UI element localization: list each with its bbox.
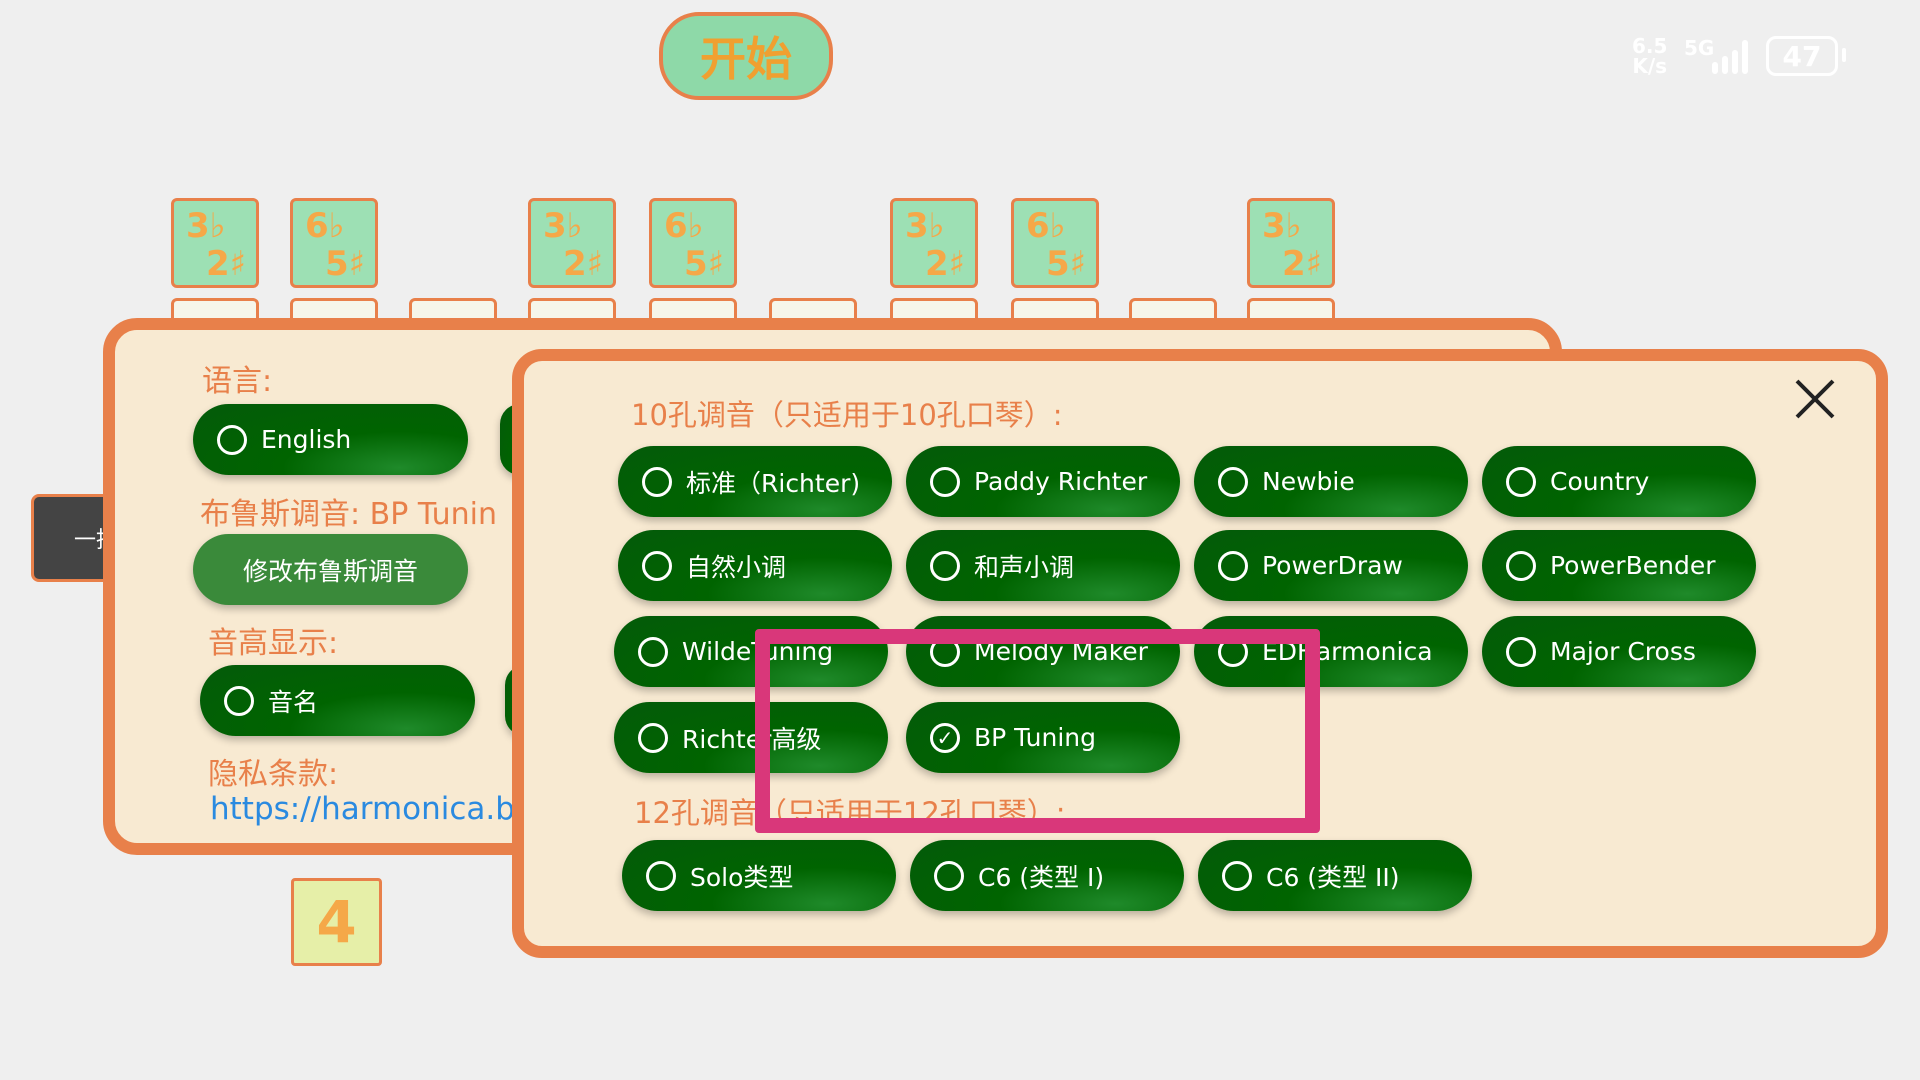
- radio-icon: [1506, 466, 1536, 497]
- option-label: PowerDraw: [1262, 551, 1403, 580]
- bend-note: 2♯: [1282, 244, 1323, 284]
- option-label: 和声小调: [974, 552, 1075, 582]
- hole-key-4[interactable]: 4: [291, 878, 382, 966]
- bend-key[interactable]: 3♭ 2♯: [890, 198, 978, 288]
- language-option-english[interactable]: English: [193, 404, 468, 475]
- radio-icon: [930, 466, 960, 497]
- radio-icon: [1506, 550, 1536, 581]
- option-label: Newbie: [1262, 467, 1355, 496]
- radio-icon: [642, 466, 672, 497]
- option-label: Major Cross: [1550, 637, 1696, 666]
- radio-icon: [934, 860, 964, 891]
- bend-note: 6♭: [664, 206, 704, 246]
- bend-key[interactable]: 6♭ 5♯: [649, 198, 737, 288]
- radio-icon: [1218, 466, 1248, 497]
- bend-key[interactable]: 3♭ 2♯: [528, 198, 616, 288]
- radio-icon: [638, 722, 668, 753]
- net-speed-unit: K/s: [1632, 54, 1668, 78]
- option-label: Paddy Richter: [974, 467, 1148, 496]
- tuning-option[interactable]: Major Cross: [1482, 616, 1756, 687]
- tuning-option[interactable]: Paddy Richter: [906, 446, 1180, 517]
- tuning-option[interactable]: 标准（Richter): [618, 446, 892, 517]
- bend-note: 2♯: [206, 244, 247, 284]
- close-icon[interactable]: [1792, 376, 1838, 422]
- radio-icon: [638, 636, 668, 667]
- radio-icon: [1222, 860, 1252, 891]
- bend-note: 5♯: [684, 244, 725, 284]
- bend-note: 6♭: [305, 206, 345, 246]
- bend-key[interactable]: 6♭ 5♯: [1011, 198, 1099, 288]
- bend-note: 3♭: [543, 206, 583, 246]
- tuning-option[interactable]: 和声小调: [906, 530, 1180, 601]
- radio-icon: [1506, 636, 1536, 667]
- status-bar: 6.5 K/s 5G 47: [1628, 36, 1848, 80]
- tuning-option[interactable]: Newbie: [1194, 446, 1468, 517]
- option-label: 标准（Richter): [686, 468, 861, 498]
- pitch-option-note-name[interactable]: 音名: [200, 665, 475, 736]
- bend-key[interactable]: 3♭ 2♯: [1247, 198, 1335, 288]
- radio-icon: [224, 685, 254, 716]
- tuning-option[interactable]: C6 (类型 II): [1198, 840, 1472, 911]
- bend-note: 3♭: [1262, 206, 1302, 246]
- start-button[interactable]: 开始: [659, 12, 833, 100]
- bend-note: 6♭: [1026, 206, 1066, 246]
- radio-icon: [642, 550, 672, 581]
- battery-icon: 47: [1766, 36, 1838, 76]
- tuning-option[interactable]: Country: [1482, 446, 1756, 517]
- option-label: C6 (类型 I): [978, 862, 1105, 892]
- option-label: C6 (类型 II): [1266, 862, 1400, 892]
- bend-key[interactable]: 3♭ 2♯: [171, 198, 259, 288]
- option-label: 自然小调: [686, 552, 787, 582]
- language-label: 语言:: [202, 364, 273, 399]
- tuning-option[interactable]: C6 (类型 I): [910, 840, 1184, 911]
- option-label: PowerBender: [1550, 551, 1716, 580]
- bend-note: 3♭: [905, 206, 945, 246]
- privacy-link[interactable]: https://harmonica.ba: [210, 791, 534, 827]
- radio-icon: [646, 860, 676, 891]
- bend-note: 5♯: [325, 244, 366, 284]
- radio-icon: [217, 424, 247, 455]
- radio-icon: [930, 550, 960, 581]
- radio-icon: [1218, 550, 1248, 581]
- option-label: Solo类型: [690, 862, 794, 892]
- bend-note: 2♯: [925, 244, 966, 284]
- bend-key[interactable]: 6♭ 5♯: [290, 198, 378, 288]
- bend-note: 5♯: [1046, 244, 1087, 284]
- tuning-option[interactable]: Solo类型: [622, 840, 896, 911]
- signal-icon: [1706, 38, 1756, 74]
- pitch-display-label: 音高显示:: [208, 626, 339, 661]
- tuning-option[interactable]: PowerDraw: [1194, 530, 1468, 601]
- battery-level: 47: [1782, 39, 1822, 73]
- bend-note: 2♯: [563, 244, 604, 284]
- heading-10-hole: 10孔调音（只适用于10孔口琴）:: [631, 398, 1063, 432]
- bend-note: 3♭: [186, 206, 226, 246]
- highlight-box: [755, 629, 1320, 833]
- option-label: Country: [1550, 467, 1650, 496]
- blues-tuning-label: 布鲁斯调音: BP Tunin: [200, 497, 497, 532]
- tuning-option[interactable]: PowerBender: [1482, 530, 1756, 601]
- net-speed-value: 6.5: [1632, 34, 1668, 58]
- tuning-option[interactable]: 自然小调: [618, 530, 892, 601]
- modify-blues-tuning-button[interactable]: 修改布鲁斯调音: [193, 534, 468, 605]
- privacy-label: 隐私条款:: [208, 757, 339, 792]
